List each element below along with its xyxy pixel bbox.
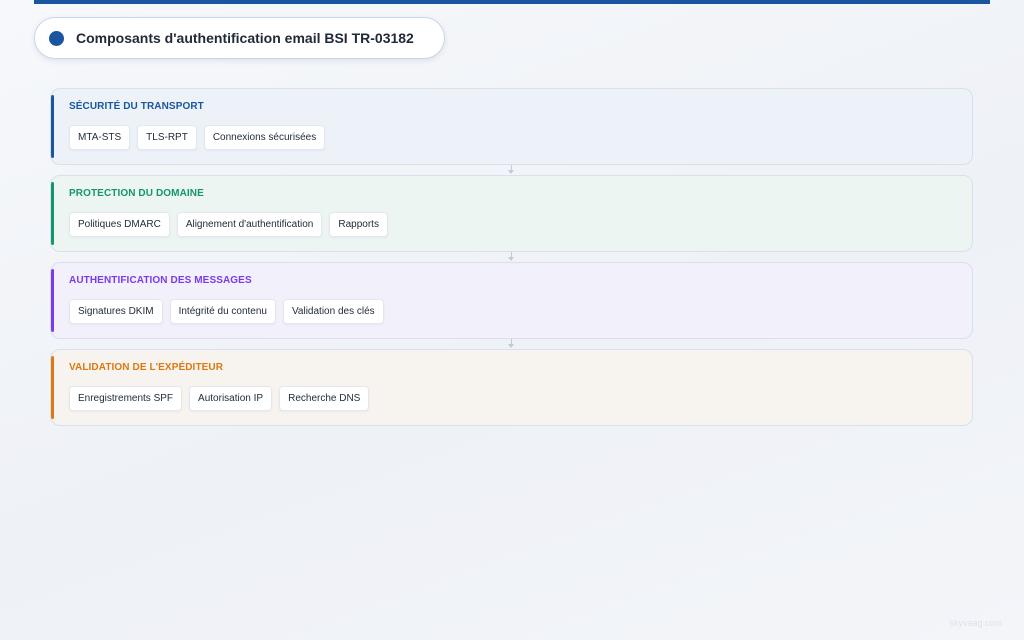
layer-connector <box>50 339 973 349</box>
layer-message-authentication: AUTHENTIFICATION DES MESSAGES Signatures… <box>50 262 973 339</box>
layer-title: SÉCURITÉ DU TRANSPORT <box>69 101 204 112</box>
layer-connector <box>50 165 973 175</box>
component-chip: Enregistrements SPF <box>69 386 183 411</box>
layer-components: MTA-STS TLS-RPT Connexions sécurisées <box>69 125 326 150</box>
layer-components: Enregistrements SPF Autorisation IP Rech… <box>69 386 370 411</box>
component-chip: Rapports <box>329 212 388 237</box>
arrow-down-icon <box>508 170 514 174</box>
component-chip: Validation des clés <box>283 299 384 324</box>
component-chip: Signatures DKIM <box>69 299 163 324</box>
component-chip: Politiques DMARC <box>69 212 170 237</box>
layer-transport-security: SÉCURITÉ DU TRANSPORT MTA-STS TLS-RPT Co… <box>50 88 973 165</box>
layer-title: PROTECTION DU DOMAINE <box>69 188 204 199</box>
top-accent-bar <box>34 0 990 4</box>
layer-stack: SÉCURITÉ DU TRANSPORT MTA-STS TLS-RPT Co… <box>50 88 973 426</box>
layer-connector <box>50 252 973 262</box>
title-dot-icon <box>49 30 64 46</box>
layer-title: AUTHENTIFICATION DES MESSAGES <box>69 275 252 286</box>
component-chip: Intégrité du contenu <box>169 299 276 324</box>
layer-domain-protection: PROTECTION DU DOMAINE Politiques DMARC A… <box>50 175 973 252</box>
layer-components: Politiques DMARC Alignement d'authentifi… <box>69 212 388 237</box>
arrow-down-icon <box>508 344 514 348</box>
diagram-title: Composants d'authentification email BSI … <box>76 30 414 46</box>
watermark: skyvaag.com <box>949 618 1002 628</box>
layer-title: VALIDATION DE L'EXPÉDITEUR <box>69 362 224 373</box>
diagram-title-card: Composants d'authentification email BSI … <box>34 17 445 59</box>
component-chip: Alignement d'authentification <box>176 212 323 237</box>
arrow-down-icon <box>508 257 514 261</box>
component-chip: Connexions sécurisées <box>203 125 326 150</box>
component-chip: MTA-STS <box>69 125 131 150</box>
layer-sender-validation: VALIDATION DE L'EXPÉDITEUR Enregistremen… <box>50 349 973 426</box>
component-chip: TLS-RPT <box>137 125 197 150</box>
component-chip: Recherche DNS <box>279 386 370 411</box>
component-chip: Autorisation IP <box>189 386 273 411</box>
layer-components: Signatures DKIM Intégrité du contenu Val… <box>69 299 384 324</box>
